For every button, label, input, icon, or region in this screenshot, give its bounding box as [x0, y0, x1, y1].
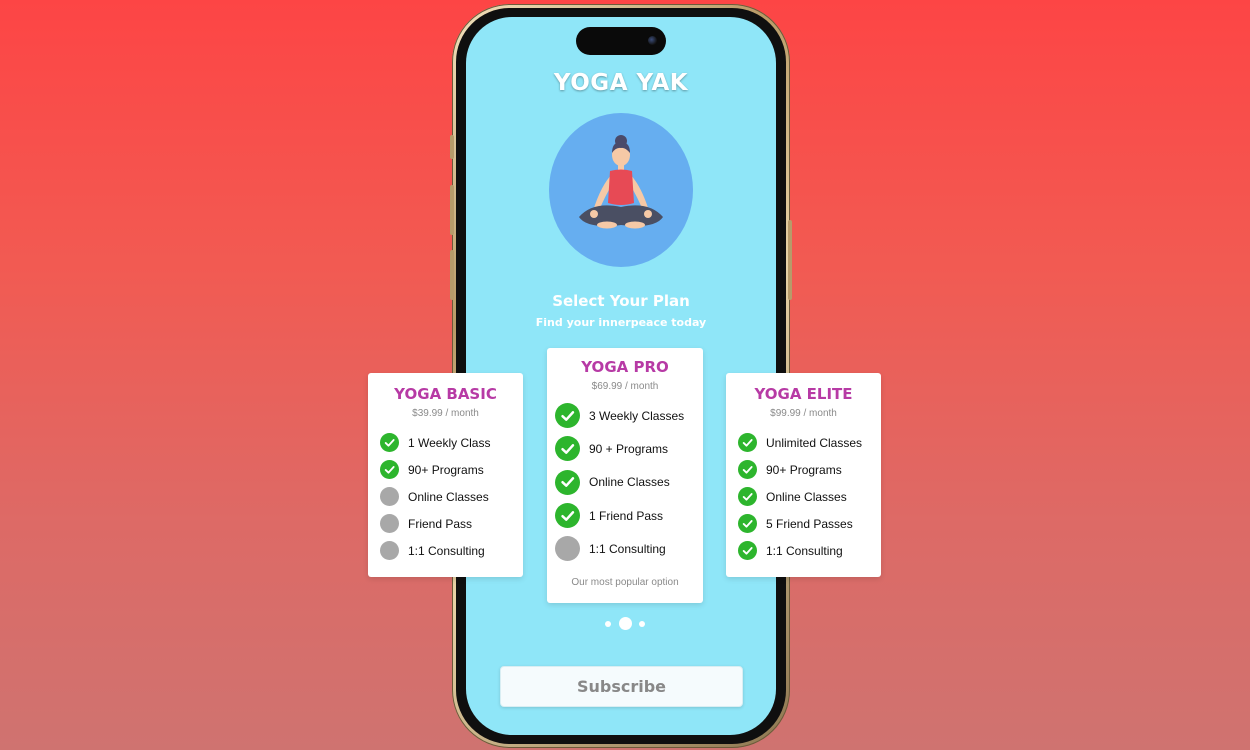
feature-list: 1 Weekly Class 90+ Programs Online Classes… — [368, 429, 523, 564]
check-icon — [555, 436, 580, 462]
feature-label: 90+ Programs — [408, 462, 484, 477]
plan-section-title: Select Your Plan — [552, 292, 690, 310]
feature-label: 5 Friend Passes — [766, 516, 853, 531]
check-icon — [555, 503, 580, 529]
feature-item: Online Classes — [726, 483, 881, 510]
feature-list: Unlimited Classes 90+ Programs Online Clas… — [726, 429, 881, 564]
feature-label: Online Classes — [766, 489, 847, 504]
feature-label: 1 Weekly Class — [408, 435, 491, 450]
pager-dot-active[interactable] — [619, 617, 632, 630]
feature-item: Online Classes — [368, 483, 523, 510]
plan-name: YOGA BASIC — [394, 385, 497, 403]
check-icon — [738, 541, 757, 560]
plan-card-pro[interactable]: YOGA PRO $69.99 / month 3 Weekly Classes… — [547, 348, 703, 603]
check-icon — [555, 403, 580, 429]
feature-item: 90+ Programs — [368, 456, 523, 483]
feature-item: 5 Friend Passes — [726, 510, 881, 537]
feature-item: 90+ Programs — [726, 456, 881, 483]
plan-name: YOGA ELITE — [754, 385, 853, 403]
camera-icon — [648, 36, 657, 45]
feature-label: Online Classes — [408, 489, 489, 504]
feature-label: 1:1 Consulting — [766, 543, 843, 558]
plan-name: YOGA PRO — [581, 358, 669, 376]
check-icon — [738, 487, 757, 506]
meditation-illustration-icon — [579, 135, 663, 229]
check-icon — [555, 469, 580, 495]
subscribe-button[interactable]: Subscribe — [500, 666, 743, 707]
meditation-avatar — [549, 113, 693, 267]
feature-label: 1:1 Consulting — [589, 541, 666, 556]
feature-item: 1:1 Consulting — [726, 537, 881, 564]
feature-item: 1 Friend Pass — [547, 499, 703, 532]
feature-label: 1:1 Consulting — [408, 543, 485, 558]
unavailable-icon — [380, 514, 399, 533]
feature-item: 1 Weekly Class — [368, 429, 523, 456]
plan-price: $39.99 / month — [412, 408, 479, 419]
pager-dot[interactable] — [605, 621, 611, 627]
feature-label: 90+ Programs — [766, 462, 842, 477]
plan-price: $99.99 / month — [770, 408, 837, 419]
plan-price: $69.99 / month — [591, 381, 659, 392]
check-icon — [738, 514, 757, 533]
popular-note: Our most popular option — [571, 577, 679, 589]
feature-label: Friend Pass — [408, 516, 473, 531]
feature-item: Friend Pass — [368, 510, 523, 537]
phone-power-button — [788, 220, 792, 300]
app-title: YOGA YAK — [553, 70, 689, 96]
feature-item: 1:1 Consulting — [368, 537, 523, 564]
feature-label: 1 Friend Pass — [589, 508, 664, 523]
feature-item: Online Classes — [547, 466, 703, 499]
plan-card-basic[interactable]: YOGA BASIC $39.99 / month 1 Weekly Class… — [368, 373, 523, 577]
phone-side-button — [450, 135, 454, 159]
check-icon — [738, 460, 757, 479]
unavailable-icon — [380, 541, 399, 560]
plan-card-elite[interactable]: YOGA ELITE $99.99 / month Unlimited Clas… — [726, 373, 881, 577]
phone-volume-down-button — [450, 250, 454, 300]
check-icon — [380, 460, 399, 479]
feature-item: Unlimited Classes — [726, 429, 881, 456]
phone-volume-up-button — [450, 185, 454, 235]
feature-label: 90 + Programs — [589, 441, 669, 456]
feature-item: 3 Weekly Classes — [547, 399, 703, 432]
feature-label: Unlimited Classes — [766, 435, 863, 450]
check-icon — [380, 433, 399, 452]
feature-list: 3 Weekly Classes 90 + Programs Online Clas… — [547, 399, 703, 565]
check-icon — [738, 433, 757, 452]
unavailable-icon — [555, 536, 580, 562]
feature-label: Online Classes — [589, 475, 670, 490]
plan-section-subtitle: Find your innerpeace today — [535, 316, 707, 329]
feature-item: 1:1 Consulting — [547, 532, 703, 565]
pager-dot[interactable] — [639, 621, 645, 627]
feature-item: 90 + Programs — [547, 432, 703, 465]
unavailable-icon — [380, 487, 399, 506]
feature-label: 3 Weekly Classes — [589, 408, 685, 423]
